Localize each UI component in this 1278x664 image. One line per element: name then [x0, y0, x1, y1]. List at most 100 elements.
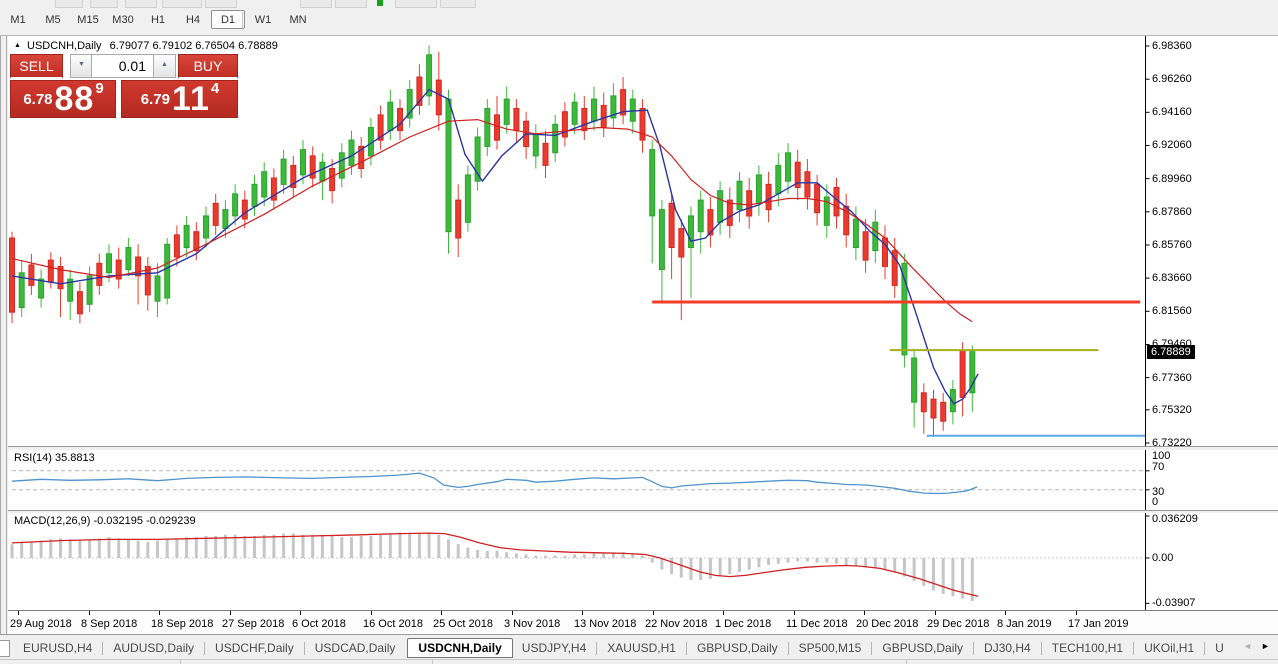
terminal-window: M1M5M15M30H1H4D1W1MN ▲ USDCNH,Daily 6.79…: [0, 0, 1278, 664]
chart-tab-AUDUSD,Daily[interactable]: AUDUSD,Daily: [104, 639, 203, 657]
price-axis-label: 6.87860: [1152, 206, 1192, 218]
chart-ohlc-values: 6.79077 6.79102 6.76504 6.78889: [110, 40, 278, 52]
chart-symbol-title: USDCNH,Daily: [27, 40, 102, 52]
sell-button[interactable]: SELL: [10, 54, 63, 79]
timeframe-button-M1[interactable]: M1: [1, 10, 35, 29]
time-axis-tick: [1005, 611, 1006, 615]
chart-tab-USDCHF,Daily[interactable]: USDCHF,Daily: [206, 639, 303, 657]
chart-tab-SP500,M15[interactable]: SP500,M15: [790, 639, 871, 657]
time-axis-label: 17 Jan 2019: [1068, 618, 1129, 630]
time-axis-label: 20 Dec 2018: [856, 618, 918, 630]
time-axis-tick: [794, 611, 795, 615]
spinner-up-icon: ▲: [161, 61, 168, 68]
toolbar-top-strip: [0, 0, 1278, 9]
macd-canvas[interactable]: [8, 513, 1278, 610]
time-axis-tick: [723, 611, 724, 615]
chart-tab-U[interactable]: U: [1206, 639, 1233, 657]
time-axis-label: 16 Oct 2018: [363, 618, 423, 630]
collapse-icon[interactable]: ▲: [14, 42, 21, 49]
tab-separator: [102, 642, 103, 655]
status-bar-strip: [0, 659, 1278, 664]
tab-separator: [871, 642, 872, 655]
timeframe-button-H1[interactable]: H1: [141, 10, 175, 29]
chart-tab-EURUSD,H4[interactable]: EURUSD,H4: [14, 639, 101, 657]
timeframe-button-D1[interactable]: D1: [211, 10, 245, 29]
sell-price-small: 6.78: [23, 91, 52, 108]
time-axis-label: 18 Sep 2018: [151, 618, 213, 630]
macd-axis-label: -0.03907: [1152, 597, 1195, 609]
chart-tab-DJ30,H4[interactable]: DJ30,H4: [975, 639, 1040, 657]
sell-price-sup: 9: [95, 80, 103, 97]
time-axis-label: 29 Dec 2018: [927, 618, 989, 630]
time-axis-label: 1 Dec 2018: [715, 618, 771, 630]
volume-increase-button[interactable]: ▲: [153, 54, 176, 78]
price-axis-label: 6.83660: [1152, 272, 1192, 284]
rsi-axis-label: 70: [1152, 461, 1164, 473]
tab-scroll-right-icon[interactable]: ►: [1261, 641, 1270, 651]
toolbar-button-stub: [440, 0, 476, 8]
price-axis-label: 6.94160: [1152, 106, 1192, 118]
chart-tab-TECH100,H1[interactable]: TECH100,H1: [1043, 639, 1132, 657]
tab-stub[interactable]: [0, 640, 10, 657]
tab-separator: [1133, 642, 1134, 655]
chart-tab-UKOil,H1[interactable]: UKOil,H1: [1135, 639, 1203, 657]
toolbar-button-stub: [162, 0, 202, 8]
status-bar-divider: [906, 660, 907, 664]
tab-separator: [304, 642, 305, 655]
tab-scroll-left-icon[interactable]: ◄: [1243, 641, 1252, 651]
chart-tab-USDCAD,Daily[interactable]: USDCAD,Daily: [306, 639, 405, 657]
one-click-trade-panel: SELL ▼ 0.01 ▲ BUY 6.78 88 9 6.79 11 4: [10, 54, 238, 118]
rsi-panel: RSI(14) 35.8813 10070300: [8, 450, 1278, 510]
toolbar-separator: [242, 12, 243, 30]
chart-tab-USDCNH,Daily[interactable]: USDCNH,Daily: [407, 638, 512, 658]
chart-tab-GBPUSD,Daily[interactable]: GBPUSD,Daily: [873, 639, 972, 657]
timeframe-button-MN[interactable]: MN: [281, 10, 315, 29]
toolbar-button-stub: [90, 0, 118, 8]
toolbar-button-stub: [300, 0, 332, 8]
rsi-axis-label: 0: [1152, 496, 1158, 508]
tab-separator: [204, 642, 205, 655]
time-axis-tick: [864, 611, 865, 615]
price-axis-label: 6.75320: [1152, 404, 1192, 416]
price-axis-label: 6.89960: [1152, 173, 1192, 185]
timeframe-button-M5[interactable]: M5: [36, 10, 70, 29]
buy-button[interactable]: BUY: [178, 54, 238, 79]
time-axis-tick: [1076, 611, 1077, 615]
price-axis-label: 6.81560: [1152, 305, 1192, 317]
price-axis-label: 6.77360: [1152, 372, 1192, 384]
buy-price-button[interactable]: 6.79 11 4: [121, 80, 238, 118]
timeframe-button-M15[interactable]: M15: [71, 10, 105, 29]
timeframe-button-M30[interactable]: M30: [106, 10, 140, 29]
timeframe-button-H4[interactable]: H4: [176, 10, 210, 29]
macd-axis-label: 0.00: [1152, 552, 1173, 564]
tab-separator: [686, 642, 687, 655]
time-axis-label: 22 Nov 2018: [645, 618, 707, 630]
spinner-down-icon: ▼: [78, 61, 85, 68]
volume-input[interactable]: 0.01: [91, 54, 155, 78]
macd-axis-label: 0.036209: [1152, 513, 1198, 525]
time-axis-label: 8 Jan 2019: [997, 618, 1051, 630]
timeframe-button-W1[interactable]: W1: [246, 10, 280, 29]
time-axis-label: 3 Nov 2018: [504, 618, 560, 630]
time-axis-label: 29 Aug 2018: [10, 618, 72, 630]
time-axis-label: 27 Sep 2018: [222, 618, 284, 630]
time-axis-label: 11 Dec 2018: [786, 618, 848, 630]
chart-tab-bar: EURUSD,H4AUDUSD,DailyUSDCHF,DailyUSDCAD,…: [0, 637, 1278, 659]
time-axis-tick: [300, 611, 301, 615]
sell-price-button[interactable]: 6.78 88 9: [10, 80, 116, 118]
price-axis-label: 6.98360: [1152, 40, 1192, 52]
volume-decrease-button[interactable]: ▼: [70, 54, 93, 78]
chart-tab-XAUUSD,H1[interactable]: XAUUSD,H1: [598, 639, 685, 657]
window-border-left-outer: [0, 35, 1, 634]
time-axis[interactable]: 29 Aug 20188 Sep 201818 Sep 201827 Sep 2…: [8, 610, 1278, 635]
toolbar-button-stub: [55, 0, 83, 8]
tab-separator: [973, 642, 974, 655]
toolbar-button-stub: [125, 0, 157, 8]
chart-tab-USDJPY,H4[interactable]: USDJPY,H4: [513, 639, 595, 657]
rsi-canvas[interactable]: [8, 450, 1278, 510]
time-axis-tick: [512, 611, 513, 615]
toolbar-button-stub: [205, 0, 237, 8]
tab-separator: [596, 642, 597, 655]
current-price-tag: 6.78889: [1147, 345, 1195, 359]
chart-tab-GBPUSD,Daily[interactable]: GBPUSD,Daily: [688, 639, 787, 657]
